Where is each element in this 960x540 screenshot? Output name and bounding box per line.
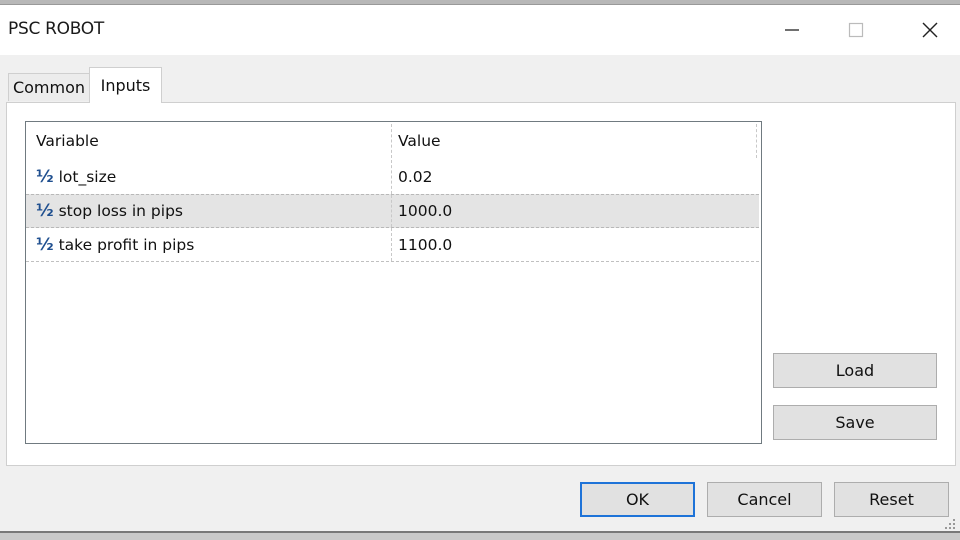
grid-row-lot-size[interactable]: ½ lot_size 0.02	[26, 160, 759, 194]
tab-common[interactable]: Common	[8, 73, 90, 101]
close-icon	[922, 22, 938, 38]
variable-cell: ½ lot_size	[26, 160, 392, 194]
save-button[interactable]: Save	[773, 405, 937, 440]
dialog-client-area: Common Inputs Variable Value ½ lot_size …	[0, 55, 960, 535]
column-header-value[interactable]: Value	[392, 124, 757, 158]
variable-name: take profit in pips	[58, 235, 195, 254]
grid-row-take-profit[interactable]: ½ take profit in pips 1100.0	[26, 228, 759, 262]
column-header-variable[interactable]: Variable	[26, 124, 392, 158]
value-cell[interactable]: 1100.0	[392, 228, 759, 261]
tab-inputs-label: Inputs	[100, 76, 151, 95]
tab-inputs[interactable]: Inputs	[89, 67, 162, 103]
minimize-icon	[785, 29, 799, 31]
double-type-icon: ½	[36, 234, 54, 255]
minimize-button[interactable]	[768, 5, 816, 55]
reset-button[interactable]: Reset	[834, 482, 949, 517]
variable-cell: ½ take profit in pips	[26, 228, 392, 261]
value-cell[interactable]: 1000.0	[392, 195, 759, 227]
title-bar[interactable]: PSC ROBOT	[0, 5, 960, 55]
double-type-icon: ½	[36, 167, 54, 187]
variable-name: lot_size	[58, 168, 117, 186]
resize-grip-icon[interactable]	[944, 518, 956, 530]
grid-header: Variable Value	[26, 124, 759, 158]
window-bottom-border	[0, 531, 960, 540]
inputs-grid: Variable Value ½ lot_size 0.02 ½ stop lo…	[25, 121, 762, 444]
value-cell[interactable]: 0.02	[392, 160, 759, 194]
double-type-icon: ½	[36, 201, 54, 221]
close-button[interactable]	[906, 5, 954, 55]
ok-button[interactable]: OK	[580, 482, 695, 517]
window-title: PSC ROBOT	[8, 19, 104, 39]
tab-common-label: Common	[12, 78, 86, 97]
variable-name: stop loss in pips	[58, 202, 183, 220]
load-button[interactable]: Load	[773, 353, 937, 388]
inputs-tab-panel: Variable Value ½ lot_size 0.02 ½ stop lo…	[6, 102, 956, 466]
maximize-icon	[848, 22, 864, 38]
maximize-button[interactable]	[832, 5, 880, 55]
grid-row-stop-loss[interactable]: ½ stop loss in pips 1000.0	[26, 194, 759, 228]
cancel-button[interactable]: Cancel	[707, 482, 822, 517]
variable-cell: ½ stop loss in pips	[26, 195, 392, 227]
